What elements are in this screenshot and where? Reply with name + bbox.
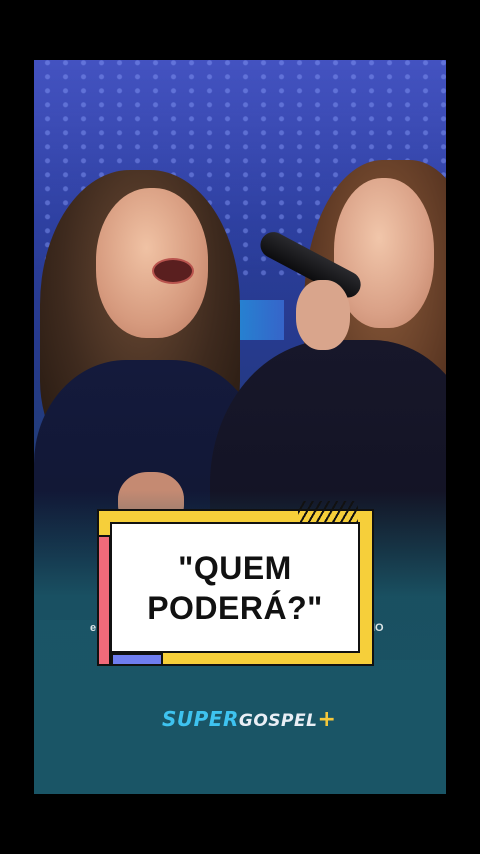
singer-left-face [96,188,208,338]
brand-plus: + [317,707,337,732]
singer-right-hand [296,280,350,350]
caption-accent-pink [97,535,111,666]
caption-line-1: "QUEM [178,549,292,586]
hatch-decoration [298,501,358,523]
caption-line-2: PODERÁ?" [147,589,323,626]
singer-left-mouth [152,258,194,284]
side-text-left: e [90,622,97,634]
brand-super: SUPER [162,707,239,731]
brand-logo: SUPERGOSPEL+ [162,707,336,732]
caption-box: "QUEM PODERÁ?" [110,522,360,653]
brand-gospel: GOSPEL [238,711,318,731]
caption-accent-blue [111,653,163,666]
caption-text: "QUEM PODERÁ?" [147,548,323,628]
video-frame[interactable] [34,60,446,794]
